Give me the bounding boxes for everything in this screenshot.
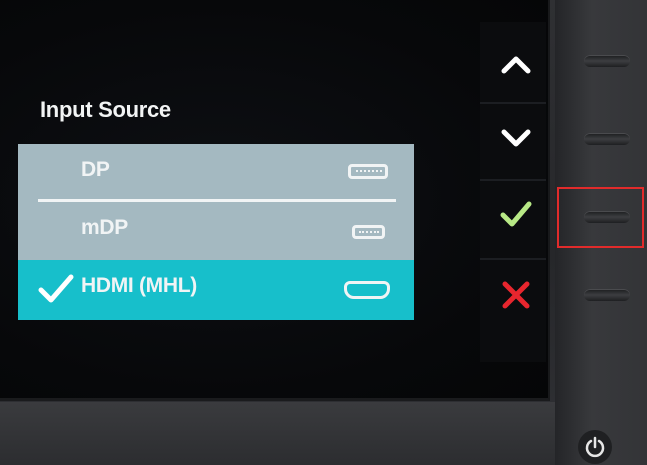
close-icon xyxy=(502,281,530,309)
displayport-icon xyxy=(348,164,388,179)
input-source-menu: DP mDP HDMI (MHL) xyxy=(18,144,414,320)
monitor-button-2[interactable] xyxy=(584,133,630,145)
menu-item-mdp[interactable]: mDP xyxy=(18,202,414,260)
osd-title: Input Source xyxy=(40,97,171,122)
check-icon xyxy=(500,201,532,227)
legend-separator xyxy=(480,258,546,260)
legend-separator xyxy=(480,179,546,181)
power-button[interactable] xyxy=(578,430,612,464)
menu-item-label: mDP xyxy=(81,216,128,239)
bezel-bottom xyxy=(0,402,580,465)
chevron-down-icon xyxy=(501,129,531,147)
monitor-screen: Input Source DP mDP HDMI (MHL) xyxy=(0,0,550,401)
menu-item-dp[interactable]: DP xyxy=(18,144,414,202)
osd-button-legend xyxy=(480,22,546,362)
menu-item-hdmi-mhl[interactable]: HDMI (MHL) xyxy=(18,260,414,320)
monitor-button-4[interactable] xyxy=(584,289,630,301)
legend-separator xyxy=(480,102,546,104)
hdmi-icon xyxy=(344,281,390,299)
button-highlight-box xyxy=(557,187,644,248)
power-icon xyxy=(585,436,605,458)
chevron-up-icon xyxy=(501,56,531,74)
check-icon xyxy=(38,274,74,303)
menu-item-label: HDMI (MHL) xyxy=(81,274,197,297)
monitor-button-1[interactable] xyxy=(584,55,630,67)
mini-displayport-icon xyxy=(352,225,385,239)
menu-item-label: DP xyxy=(81,158,110,181)
